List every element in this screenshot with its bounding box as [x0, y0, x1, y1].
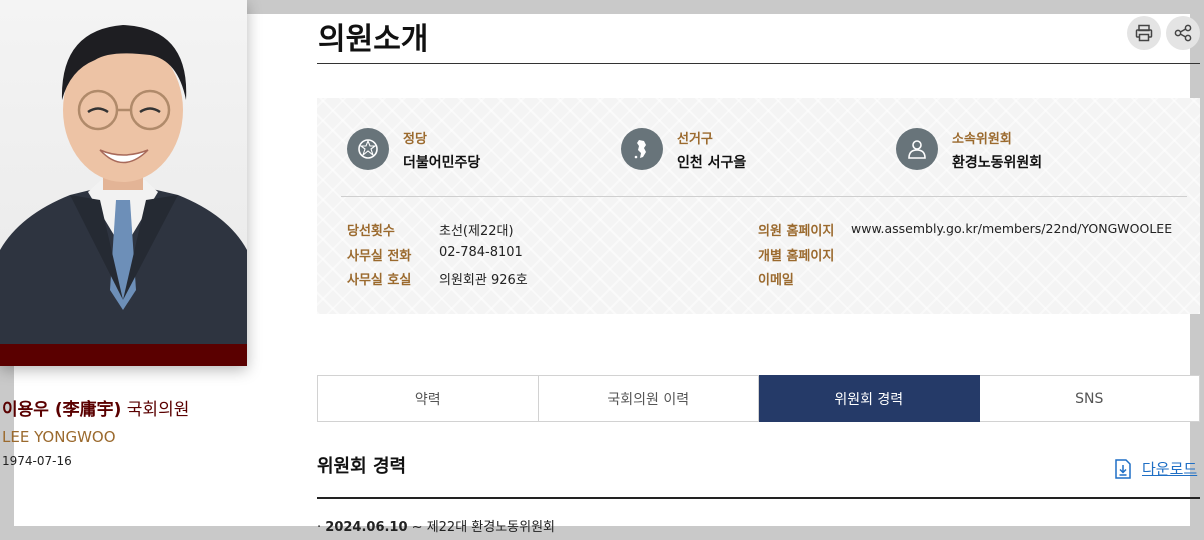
tab-biography[interactable]: 약력 — [317, 375, 539, 422]
print-button[interactable] — [1127, 16, 1161, 50]
party-value: 더불어민주당 — [403, 155, 481, 171]
download-link[interactable]: 다운로드 — [1114, 458, 1197, 479]
section-title: 위원회 경력 — [317, 456, 407, 477]
person-icon — [896, 128, 938, 170]
district-value: 인천 서구을 — [677, 155, 747, 171]
share-icon — [1174, 24, 1192, 42]
section-divider — [317, 497, 1200, 499]
member-info-panel: 정당 더불어민주당 선거구 인천 서구을 소속위원회 환경노동위원회 당선횟수 … — [317, 98, 1200, 314]
member-name-korean: 이용우 (李庸宇) — [2, 400, 122, 420]
list-item: · 2024.06.10 ~ 제22대 환경노동위원회 — [317, 516, 555, 535]
district-label: 선거구 — [677, 132, 713, 147]
office-phone-value: 02-784-8101 — [439, 245, 523, 260]
career-date: 2024.06.10 — [325, 520, 408, 535]
member-name: 이용우 (李庸宇) 국회의원 — [2, 395, 189, 420]
page-title: 의원소개 — [318, 22, 429, 57]
print-icon — [1135, 24, 1153, 42]
personal-homepage-label: 개별 홈페이지 — [758, 249, 835, 264]
career-text: ~ 제22대 환경노동위원회 — [407, 520, 556, 535]
profile-photo — [0, 0, 247, 344]
tab-sns[interactable]: SNS — [979, 375, 1200, 422]
party-emblem-icon — [347, 128, 389, 170]
tab-assembly-history[interactable]: 국회의원 이력 — [538, 375, 759, 422]
list-bullet: · — [317, 520, 322, 535]
office-phone-label: 사무실 전화 — [347, 249, 412, 264]
email-label: 이메일 — [758, 273, 794, 288]
download-icon — [1115, 458, 1131, 479]
committee-value: 환경노동위원회 — [952, 155, 1043, 171]
tab-committee-career[interactable]: 위원회 경력 — [759, 375, 980, 422]
portrait-illustration — [0, 25, 247, 344]
panel-divider — [341, 196, 1187, 197]
profile-photo-card — [0, 0, 247, 366]
profile-color-bar — [0, 344, 247, 366]
office-room-label: 사무실 호실 — [347, 273, 412, 288]
share-button[interactable] — [1166, 16, 1200, 50]
homepage-link[interactable]: www.assembly.go.kr/members/22nd/YONGWOOL… — [851, 221, 1172, 236]
term-count-value: 초선(제22대) — [439, 224, 514, 239]
committee-label: 소속위원회 — [952, 132, 1012, 147]
office-room-value: 의원회관 926호 — [439, 273, 528, 288]
profile-tabs: 약력 국회의원 이력 위원회 경력 SNS — [317, 375, 1200, 422]
download-label[interactable]: 다운로드 — [1142, 458, 1197, 479]
map-icon — [621, 128, 663, 170]
party-label: 정당 — [403, 132, 427, 147]
homepage-label: 의원 홈페이지 — [758, 224, 835, 239]
term-count-label: 당선횟수 — [347, 224, 395, 239]
member-name-english: LEE YONGWOO — [2, 428, 116, 446]
title-divider — [317, 63, 1200, 64]
member-title: 국회의원 — [126, 400, 190, 420]
member-birthdate: 1974-07-16 — [2, 454, 72, 468]
